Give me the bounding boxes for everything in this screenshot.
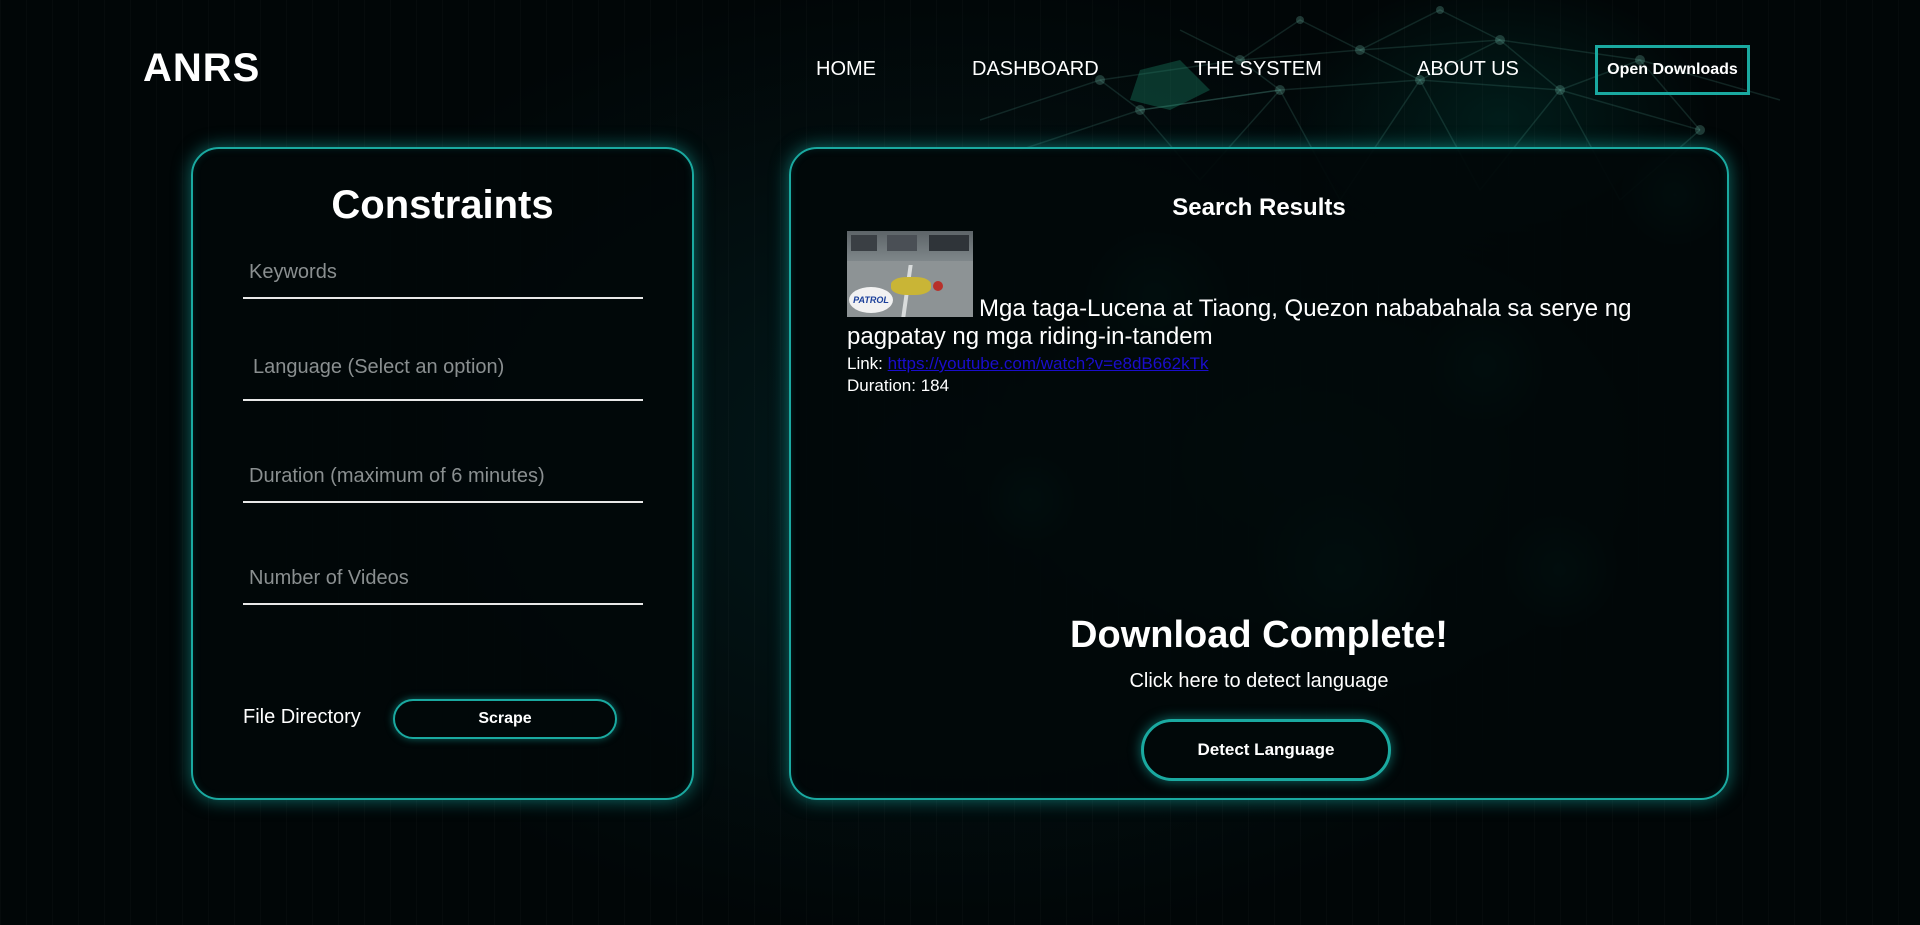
nav-about-us[interactable]: ABOUT US [1417, 58, 1519, 81]
search-results-panel: Search Results PATROL Mga taga-Lucena at… [789, 147, 1729, 800]
nav-the-system[interactable]: THE SYSTEM [1194, 58, 1322, 81]
open-downloads-button[interactable]: Open Downloads [1595, 45, 1750, 95]
duration-label: Duration: [847, 376, 916, 395]
search-results-title: Search Results [1172, 194, 1346, 221]
link-label: Link: [847, 354, 883, 373]
detect-language-hint: Click here to detect language [1129, 670, 1389, 692]
detect-language-button[interactable]: Detect Language [1141, 719, 1391, 781]
number-of-videos-input[interactable]: Number of Videos [243, 551, 643, 605]
result-video-title: Mga taga-Lucena at Tiaong, Quezon nababa… [847, 295, 1632, 350]
constraints-title: Constraints [331, 183, 554, 227]
app-logo[interactable]: ANRS [143, 46, 260, 91]
file-directory-label[interactable]: File Directory [243, 706, 361, 729]
duration-value: 184 [920, 376, 950, 395]
keywords-placeholder: Keywords [249, 261, 337, 283]
language-placeholder: Language (Select an option) [253, 356, 505, 378]
download-complete-heading: Download Complete! [1070, 614, 1448, 656]
nav-dashboard[interactable]: DASHBOARD [972, 58, 1099, 81]
nav-home[interactable]: HOME [816, 58, 876, 81]
language-select[interactable]: Language (Select an option) [243, 349, 643, 401]
result-duration-row: Duration: 184 [847, 376, 949, 396]
constraints-panel: Constraints Keywords Language (Select an… [191, 147, 694, 800]
duration-placeholder: Duration (maximum of 6 minutes) [249, 465, 545, 487]
duration-input[interactable]: Duration (maximum of 6 minutes) [243, 449, 643, 503]
number-of-videos-placeholder: Number of Videos [249, 567, 409, 589]
result-video-link[interactable]: https://youtube.com/watch?v=e8dB662kTk [888, 354, 1209, 373]
keywords-input[interactable]: Keywords [243, 247, 643, 299]
result-link-row: Link: https://youtube.com/watch?v=e8dB66… [847, 354, 1208, 374]
scrape-button[interactable]: Scrape [393, 699, 617, 739]
